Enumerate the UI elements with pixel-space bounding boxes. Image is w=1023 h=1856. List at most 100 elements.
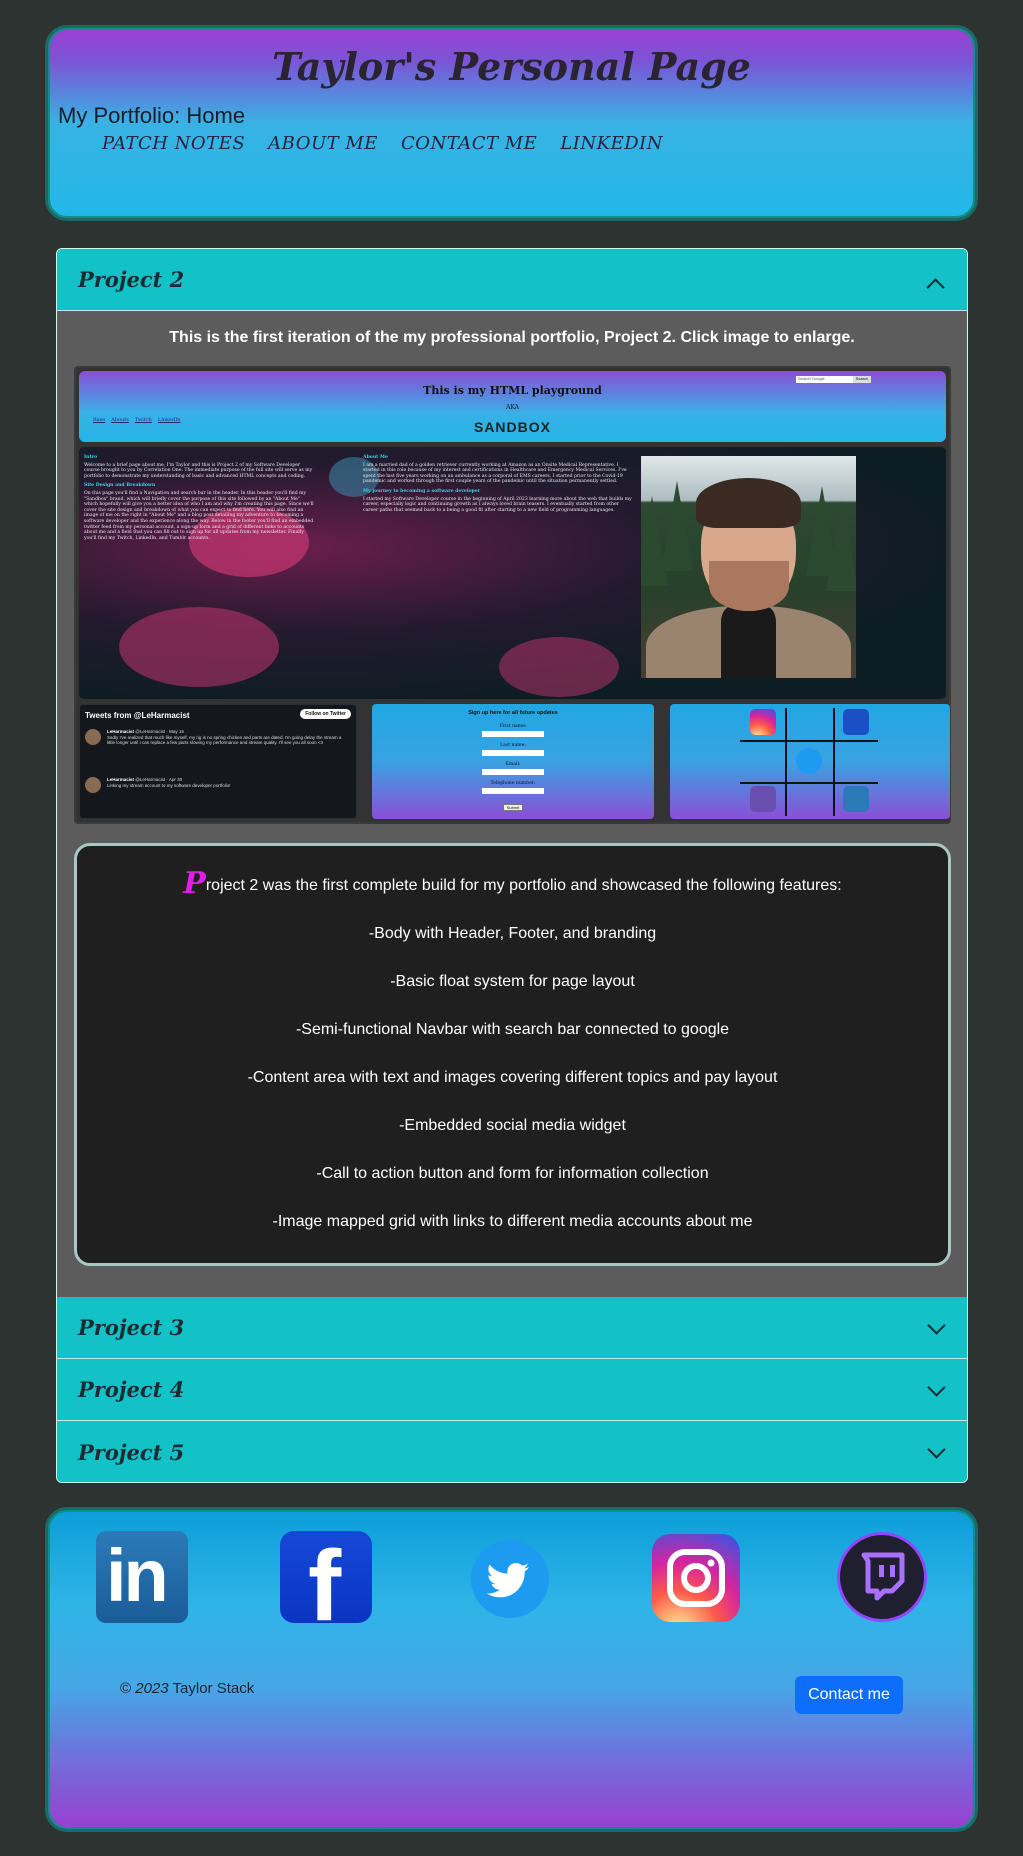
copyright-symbol: © [120,1680,132,1697]
accordion-header-project-4[interactable]: Project 4 [57,1359,967,1421]
accordion-header-project-5[interactable]: Project 5 [57,1421,967,1482]
copyright: © 2023 Taylor Stack [120,1680,254,1697]
features-box: Project 2 was the first complete build f… [74,843,951,1266]
copyright-year: 2023 [135,1680,169,1697]
grid-line [785,708,787,816]
linkedin-glyph: in [106,1534,169,1617]
facebook-icon [843,709,869,735]
main-nav: PATCH NOTES ABOUT ME CONTACT ME LINKEDIN [102,133,663,154]
photo-beard [709,561,789,611]
tweet-text: Linking my stream account to my software… [107,782,231,788]
twitter-widget: Tweets from @LeHarmacist Follow on Twitt… [79,704,357,819]
twitter-icon[interactable] [471,1540,549,1618]
bubble-decoration [119,607,279,687]
thumb-header: Search Google Search This is my HTML pla… [79,371,946,442]
tweet-handle: @LeHarmacist · May 15 [135,729,184,734]
copyright-name: Taylor Stack [172,1680,255,1697]
features-lead-text: roject 2 was the first complete build fo… [205,877,842,894]
facebook-icon[interactable]: f [280,1531,372,1623]
project-intro: This is the first iteration of the my pr… [169,329,855,346]
accordion-title: Project 2 [78,267,185,292]
tweets-header: Tweets from @LeHarmacist [85,711,190,720]
site-header: Taylor's Personal Page My Portfolio: Hom… [45,25,978,221]
thumb-nav-item: LinkedIn [157,417,181,423]
form-label: Email: [505,762,521,767]
feature-item: -Semi-functional Navbar with search bar … [295,1021,730,1038]
follow-button: Follow on Twitter [300,709,351,719]
feature-item: -Content area with text and images cover… [247,1069,778,1086]
form-field [482,731,544,737]
form-field [482,769,544,775]
site-footer: in f © 2023 Taylor Stack Contact me [45,1507,978,1832]
nav-linkedin[interactable]: LINKEDIN [560,133,663,154]
thumb-journey-text: I started my Software Developer course i… [363,496,632,513]
twitter-icon [796,748,822,774]
thumb-nav-item: Base [93,417,106,423]
project-screenshot[interactable]: Search Google Search This is my HTML pla… [74,366,951,824]
thumb-design-heading: Site Design and Breakdown [84,483,156,489]
accordion-body-project-2: This is the first iteration of the my pr… [57,311,967,1297]
instagram-icon [750,709,776,735]
contact-me-button[interactable]: Contact me [795,1676,903,1714]
form-field [482,788,544,794]
site-title: Taylor's Personal Page [272,44,751,89]
feature-item: -Image mapped grid with links to differe… [272,1213,753,1230]
thumb-intro-text: Welcome to a brief page about me, I'm Ta… [84,462,313,479]
facebook-glyph: f [308,1531,342,1623]
form-label: Telephone number: [490,781,536,786]
drop-cap: P [183,866,206,901]
feature-item: -Body with Header, Footer, and branding [368,925,657,942]
bubble-decoration [499,637,619,697]
nav-patch-notes[interactable]: PATCH NOTES [102,133,245,154]
form-label: First name: [499,724,527,729]
chevron-down-icon [927,1443,945,1461]
chevron-down-icon [927,1319,945,1337]
tweet-text: Sadly I've realized that much like mysel… [107,734,342,746]
nav-about-me[interactable]: ABOUT ME [268,133,378,154]
avatar [85,729,101,745]
profile-photo [641,456,856,678]
thumb-design-text: On this page you'll find a Navigation an… [84,490,314,541]
thumb-logo: SANDBOX [473,419,551,435]
thumb-intro-heading: Intro [84,455,98,460]
feature-item: -Call to action button and form for info… [316,1165,709,1182]
instagram-camera-glyph [667,1549,725,1607]
tree-shape [661,481,693,571]
twitch-glitch-glyph [861,1552,905,1601]
thumb-journey-heading: My journey to becoming a software develo… [363,488,481,494]
tree-shape [826,501,856,591]
thumb-content: Intro Welcome to a brief page about me, … [79,447,946,699]
twitter-bird-glyph [486,1563,529,1598]
thumb-about-text: I am a married dad of a golden retriever… [363,462,627,485]
accordion-header-project-3[interactable]: Project 3 [57,1297,967,1359]
chevron-down-icon [927,1381,945,1399]
thumb-title: This is my HTML playground [423,384,602,397]
thumb-search-input: Search Google [796,376,856,383]
thumb-nav-item: Twitch [134,417,152,423]
thumb-about-heading: About Me [363,455,388,460]
tweet: LeHarmacist @LeHarmacist · Apr 30 Linkin… [85,777,348,793]
feature-item: -Embedded social media widget [399,1117,626,1134]
accordion-title: Project 4 [78,1377,185,1402]
social-grid-thumb [670,704,950,819]
photo-shirt [721,606,776,678]
tweet-handle: @LeHarmacist · Apr 30 [135,777,183,782]
linkedin-icon[interactable]: in [96,1531,188,1623]
twitch-icon[interactable] [837,1532,927,1622]
signup-form-thumb: Sign up here for all future updates Firs… [372,704,654,819]
thumb-aka: AKA [506,404,519,411]
nav-contact-me[interactable]: CONTACT ME [401,133,537,154]
tweet-author: LeHarmacist [107,777,135,782]
thumb-search-button: Search [853,376,871,383]
features-list: -Body with Header, Footer, and branding … [77,925,948,1261]
form-field [482,750,544,756]
thumb-nav: Base Abouts Twitch LinkedIn [93,417,180,423]
feature-item: -Basic float system for page layout [390,973,635,990]
page-subtitle: My Portfolio: Home [58,103,246,128]
avatar [85,777,101,793]
accordion-header-project-2[interactable]: Project 2 [57,249,967,311]
projects-accordion: Project 2 This is the first iteration of… [56,248,968,1483]
photo-hair [696,478,801,528]
features-lead: Project 2 was the first complete build f… [77,866,948,901]
instagram-icon[interactable] [652,1534,740,1622]
